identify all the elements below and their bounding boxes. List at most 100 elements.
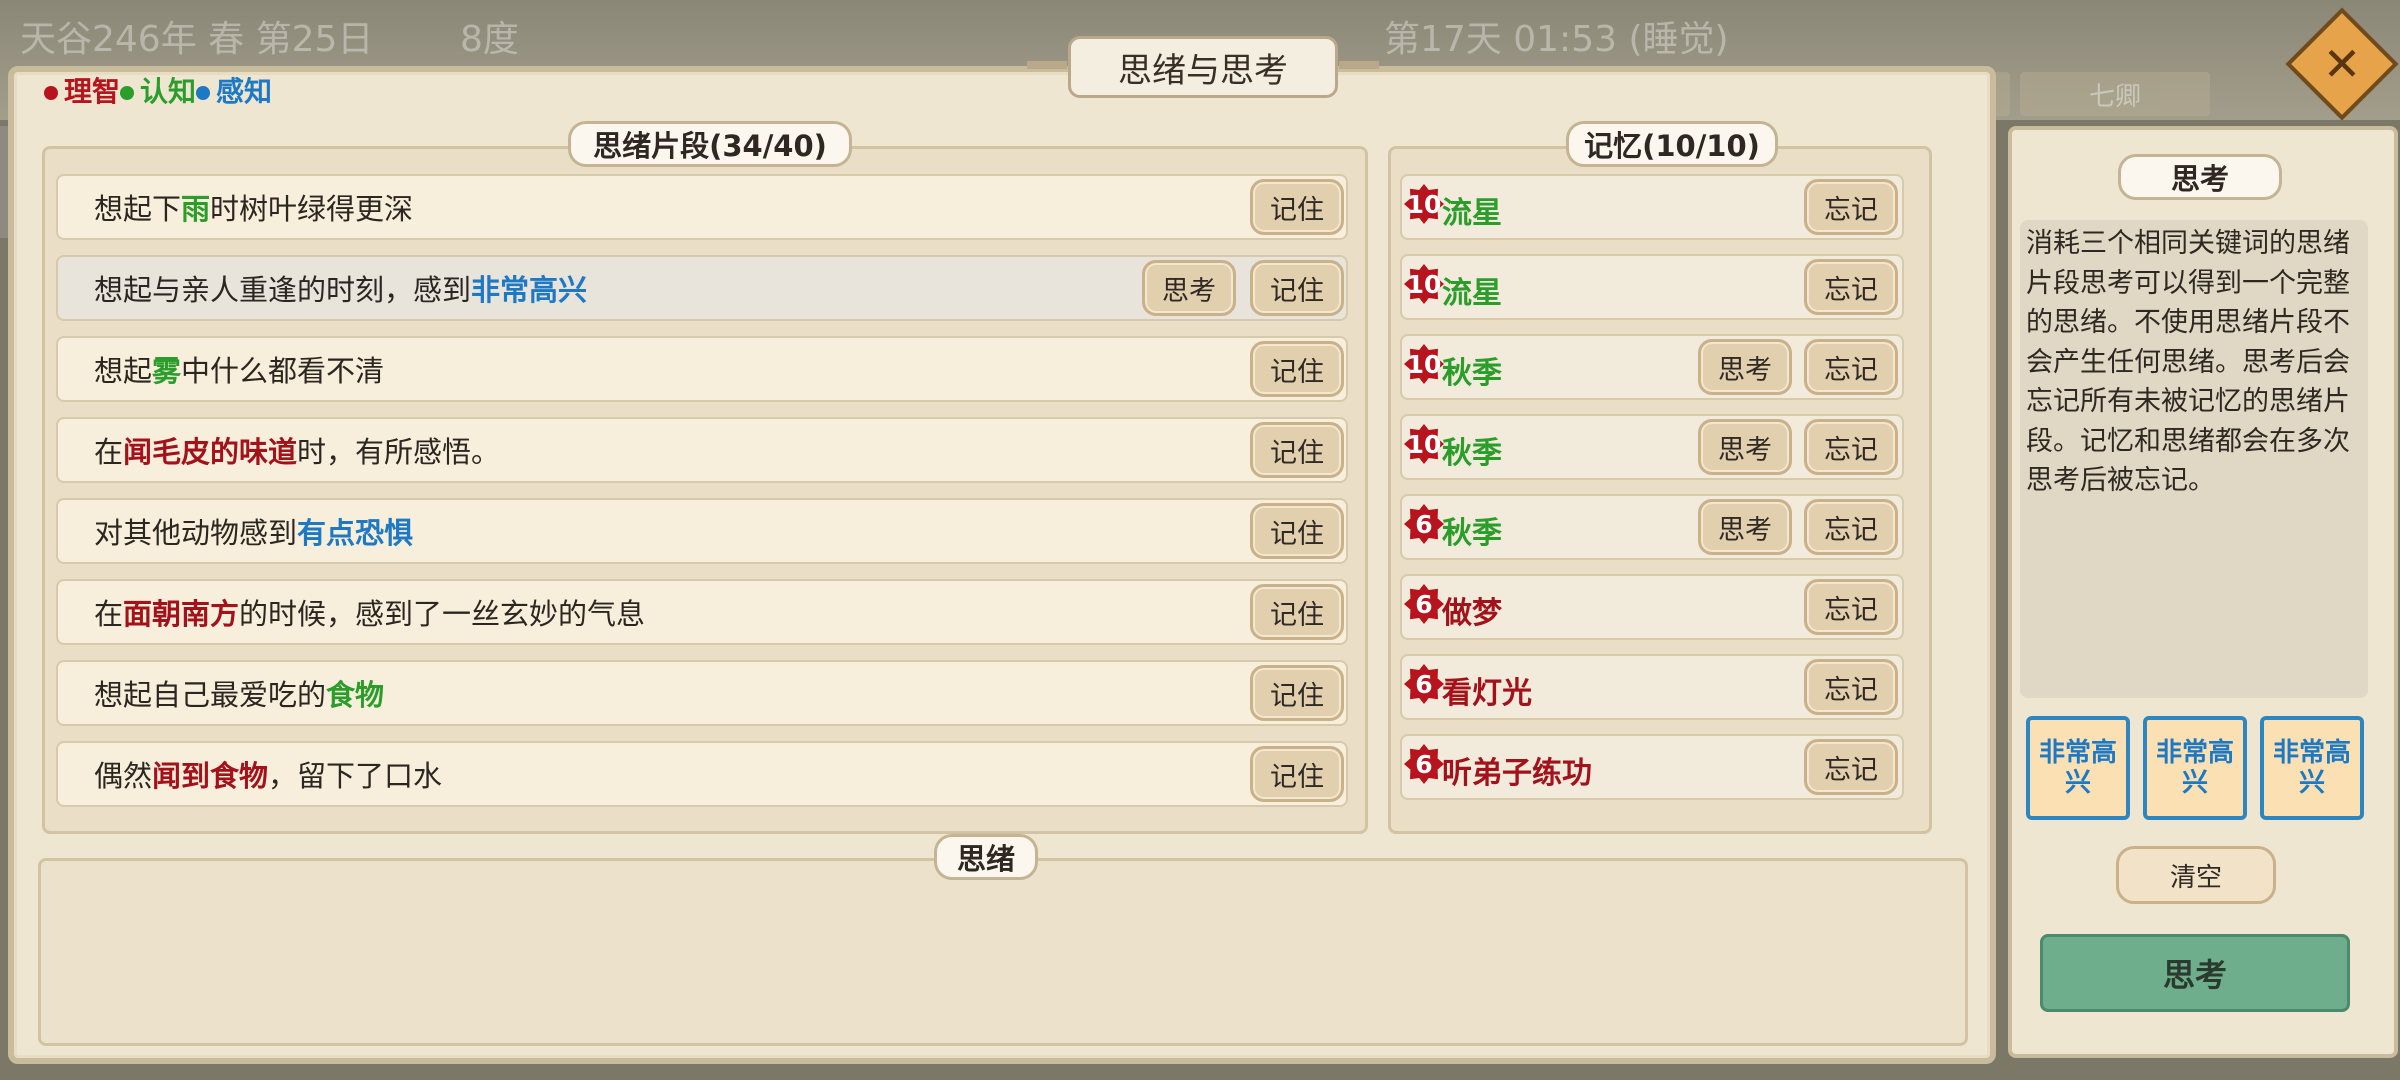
fragment-text-pre: 想起自己最爱吃的 xyxy=(94,678,327,712)
remember-button[interactable]: 记住 xyxy=(1250,341,1344,397)
forget-button[interactable]: 忘记 xyxy=(1804,499,1898,555)
fragment-text-post: 中什么都看不清 xyxy=(181,354,385,388)
forget-button[interactable]: 忘记 xyxy=(1804,739,1898,795)
memory-think-button[interactable]: 思考 xyxy=(1698,419,1792,475)
attribute-dot xyxy=(44,86,58,100)
memory-keyword: 听弟子练功 xyxy=(1442,756,1592,791)
remember-button[interactable]: 记住 xyxy=(1250,584,1344,640)
hud-time: 第17天 01:53 (睡觉) xyxy=(1384,19,1729,60)
fragment-keyword: 面朝南方 xyxy=(123,597,240,631)
fragment-row[interactable]: 在闻毛皮的味道时，有所感悟。 xyxy=(56,417,1348,483)
remember-button[interactable]: 记住 xyxy=(1250,503,1344,559)
fragment-row[interactable]: 想起自己最爱吃的食物 xyxy=(56,660,1348,726)
attribute-label: 感知 xyxy=(216,75,273,108)
fragment-text: 想起与亲人重逢的时刻，感到非常高兴 xyxy=(94,267,587,309)
forget-button[interactable]: 忘记 xyxy=(1804,419,1898,475)
window-title: 思绪与思考 xyxy=(1027,36,1379,98)
fragment-row[interactable]: 想起雾中什么都看不清 xyxy=(56,336,1348,402)
forget-button[interactable]: 忘记 xyxy=(1804,259,1898,315)
fragment-row[interactable]: 想起下雨时树叶绿得更深 xyxy=(56,174,1348,240)
memory-keyword: 秋季 xyxy=(1442,436,1502,471)
forget-button[interactable]: 忘记 xyxy=(1804,339,1898,395)
memory-keyword: 流星 xyxy=(1442,276,1502,311)
fragment-text-pre: 在 xyxy=(94,435,124,469)
hud-tab[interactable]: 七卿 xyxy=(2020,72,2210,116)
attribute-label: 认知 xyxy=(140,75,197,108)
attribute-dot xyxy=(120,86,135,100)
memory-keyword: 秋季 xyxy=(1442,356,1502,391)
attribute-dot xyxy=(196,86,211,100)
memory-header: 记忆(10/10) xyxy=(1566,121,1778,167)
memory-count-badge: 6 xyxy=(1404,744,1444,784)
fragment-text: 想起下雨时树叶绿得更深 xyxy=(94,186,413,228)
think-panel-header: 思考 xyxy=(2118,154,2282,200)
fragment-keyword: 非常高兴 xyxy=(471,273,588,307)
forget-button[interactable]: 忘记 xyxy=(1804,579,1898,635)
thoughts-header: 思绪 xyxy=(934,834,1038,880)
attribute-legend: 理智 认知 感知 xyxy=(44,70,272,110)
memory-count-badge: 6 xyxy=(1404,664,1444,704)
memory-keyword: 流星 xyxy=(1442,196,1502,231)
think-slot[interactable]: 非常高兴 xyxy=(2026,716,2130,820)
forget-button[interactable]: 忘记 xyxy=(1804,659,1898,715)
fragment-text-pre: 想起 xyxy=(94,354,153,388)
attribute-item: 感知 xyxy=(196,75,272,108)
fragment-row[interactable]: 偶然闻到食物，留下了口水 xyxy=(56,741,1348,807)
fragment-text: 在面朝南方的时候，感到了一丝玄妙的气息 xyxy=(94,591,645,633)
remember-button[interactable]: 记住 xyxy=(1250,179,1344,235)
think-slot[interactable]: 非常高兴 xyxy=(2260,716,2364,820)
memory-count-badge: 10 xyxy=(1404,344,1444,384)
fragment-row[interactable]: 对其他动物感到有点恐惧 xyxy=(56,498,1348,564)
fragment-text-post: 时，有所感悟。 xyxy=(297,435,501,469)
fragments-box xyxy=(42,146,1368,834)
memory-keyword: 做梦 xyxy=(1442,596,1502,631)
remember-button[interactable]: 记住 xyxy=(1250,260,1344,316)
thoughts-box xyxy=(38,858,1968,1046)
memory-count-badge: 10 xyxy=(1404,184,1444,224)
memory-count-badge: 6 xyxy=(1404,504,1444,544)
fragment-text-post: 时树叶绿得更深 xyxy=(210,192,414,226)
fragment-text: 对其他动物感到有点恐惧 xyxy=(94,510,413,552)
fragment-keyword: 闻毛皮的味道 xyxy=(123,435,298,469)
memory-count-badge: 10 xyxy=(1404,424,1444,464)
fragment-row[interactable]: 在面朝南方的时候，感到了一丝玄妙的气息 xyxy=(56,579,1348,645)
clear-button[interactable]: 清空 xyxy=(2116,846,2276,904)
fragment-text: 偶然闻到食物，留下了口水 xyxy=(94,753,442,795)
fragment-text-pre: 想起下 xyxy=(94,192,182,226)
remember-button[interactable]: 记住 xyxy=(1250,665,1344,721)
fragment-keyword: 有点恐惧 xyxy=(297,516,414,550)
fragment-text: 在闻毛皮的味道时，有所感悟。 xyxy=(94,429,500,471)
fragment-text-post: ，留下了口水 xyxy=(268,759,443,793)
remember-button[interactable]: 记住 xyxy=(1250,746,1344,802)
fragment-keyword: 雨 xyxy=(181,192,211,226)
memory-count-badge: 10 xyxy=(1404,264,1444,304)
fragment-text-pre: 对其他动物感到 xyxy=(94,516,298,550)
attribute-item: 理智 xyxy=(44,75,120,108)
fragment-text-pre: 想起与亲人重逢的时刻，感到 xyxy=(94,273,472,307)
memory-think-button[interactable]: 思考 xyxy=(1698,339,1792,395)
fragments-header: 思绪片段(34/40) xyxy=(568,121,852,167)
fragment-text-post: 的时候，感到了一丝玄妙的气息 xyxy=(239,597,646,631)
memory-box xyxy=(1388,146,1932,834)
think-button[interactable]: 思考 xyxy=(2040,934,2350,1012)
memory-think-button[interactable]: 思考 xyxy=(1698,499,1792,555)
attribute-label: 理智 xyxy=(64,75,121,108)
memory-keyword: 秋季 xyxy=(1442,516,1502,551)
fragment-text-pre: 在 xyxy=(94,597,124,631)
attribute-item: 认知 xyxy=(120,75,196,108)
hud-date: 天谷246年 春 第25日 xyxy=(20,19,374,60)
close-icon[interactable]: ✕ xyxy=(2318,37,2366,91)
hud-temperature: 8度 xyxy=(460,19,519,60)
remember-button[interactable]: 记住 xyxy=(1250,422,1344,478)
fragment-text-pre: 偶然 xyxy=(94,759,153,793)
fragment-keyword: 闻到食物 xyxy=(152,759,269,793)
fragment-keyword: 食物 xyxy=(326,678,385,712)
fragment-text: 想起自己最爱吃的食物 xyxy=(94,672,384,714)
forget-button[interactable]: 忘记 xyxy=(1804,179,1898,235)
fragment-think-button[interactable]: 思考 xyxy=(1142,260,1236,316)
memory-keyword: 看灯光 xyxy=(1442,676,1532,711)
think-slot[interactable]: 非常高兴 xyxy=(2143,716,2247,820)
fragment-text: 想起雾中什么都看不清 xyxy=(94,348,384,390)
memory-count-badge: 6 xyxy=(1404,584,1444,624)
think-description: 消耗三个相同关键词的思绪片段思考可以得到一个完整的思绪。不使用思绪片段不会产生任… xyxy=(2020,220,2368,698)
